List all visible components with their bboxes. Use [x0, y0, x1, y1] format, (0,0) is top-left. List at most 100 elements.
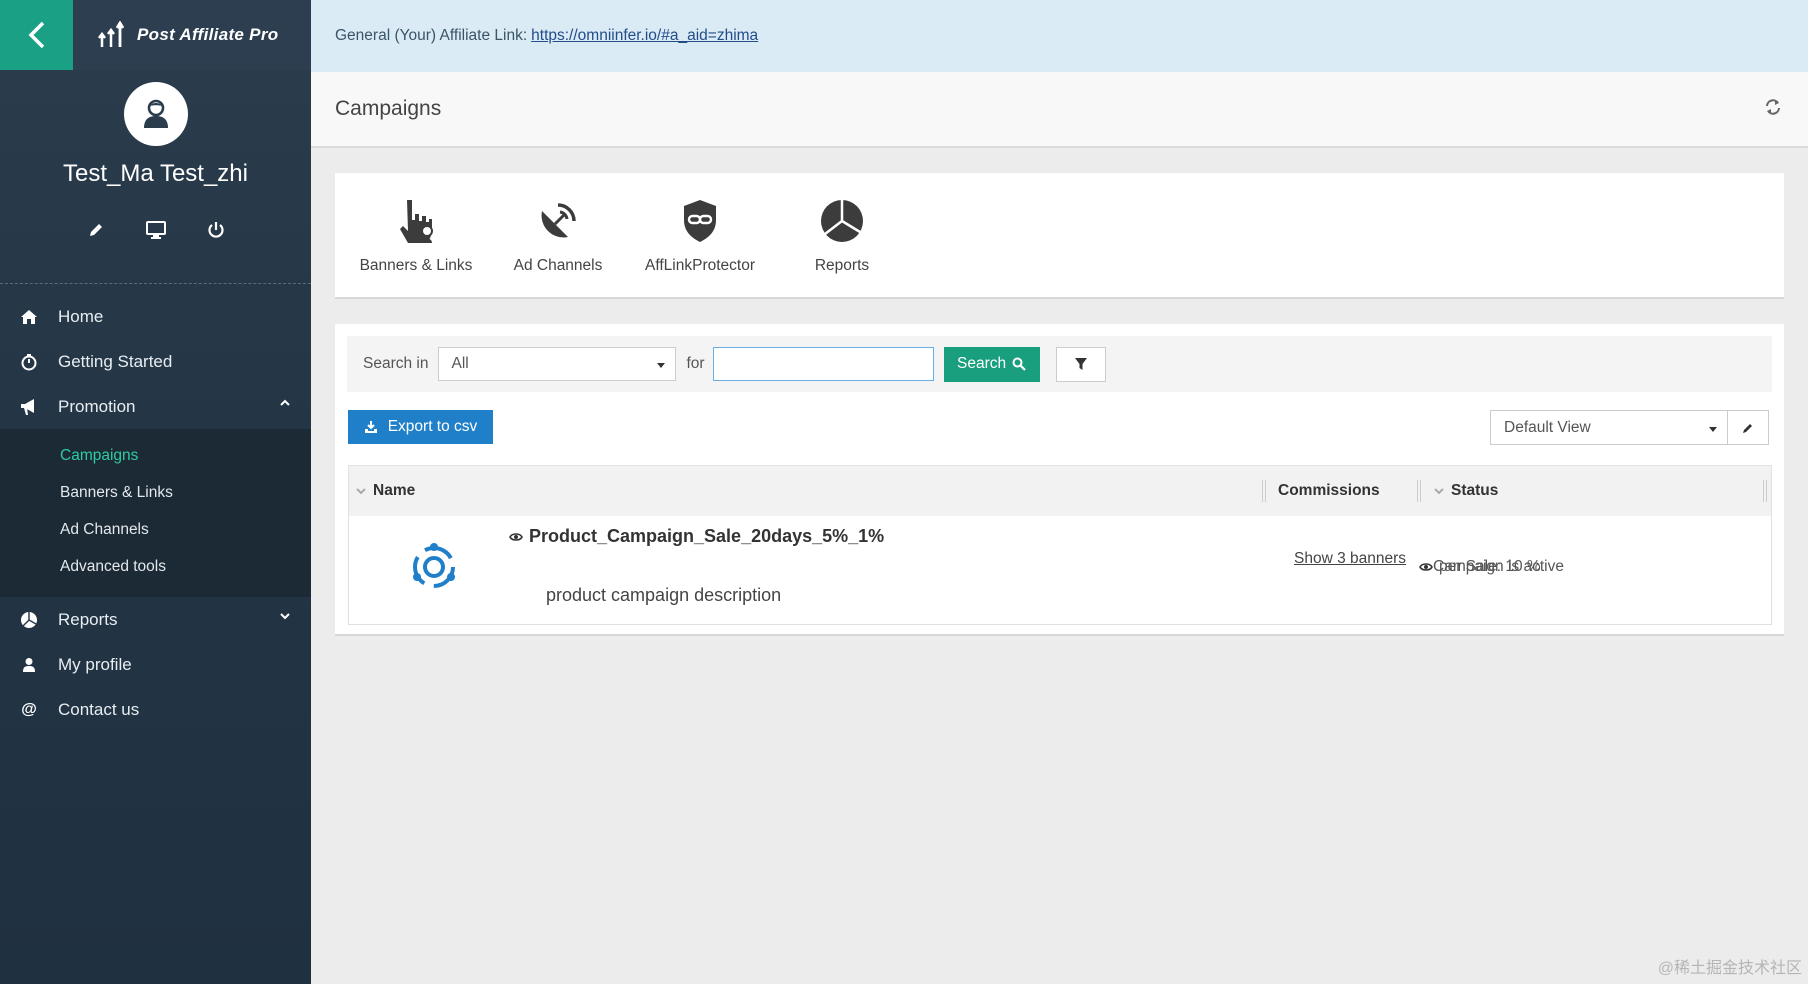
- column-header-label: Name: [373, 482, 416, 499]
- pencil-icon: [89, 224, 102, 236]
- search-bar: Search in All for Search: [347, 336, 1772, 392]
- view-select[interactable]: Default View: [1490, 410, 1728, 445]
- logout-button[interactable]: [204, 218, 228, 242]
- filter-icon: [1074, 358, 1087, 370]
- sidebar-item-my-profile[interactable]: My profile: [0, 642, 311, 687]
- affiliate-link-label: General (Your) Affiliate Link:: [335, 27, 528, 44]
- caret-down-icon: [657, 363, 666, 368]
- export-csv-button[interactable]: Export to csv: [348, 410, 493, 444]
- grid-header: Name Commissions Status: [349, 466, 1771, 516]
- sidebar-item-getting-started[interactable]: Getting Started: [0, 339, 311, 384]
- filter-button[interactable]: [1055, 346, 1106, 382]
- promotion-submenu: Campaigns Banners & Links Ad Channels Ad…: [0, 429, 311, 597]
- sidebar-item-contact-us[interactable]: @ Contact us: [0, 687, 311, 732]
- power-icon: [207, 222, 224, 238]
- sidebar-item-label: Getting Started: [58, 351, 173, 371]
- table-row: Product_Campaign_Sale_20days_5%_1% produ…: [349, 516, 1771, 624]
- download-icon: [364, 421, 377, 433]
- sort-chevron-icon: [1434, 488, 1444, 495]
- column-header-name[interactable]: Name: [355, 466, 415, 516]
- profile-card: Test_Ma Test_zhi: [0, 70, 311, 284]
- stopwatch-icon: [18, 351, 40, 373]
- pie-chart-icon: [18, 609, 40, 631]
- sidebar-item-label: My profile: [58, 654, 132, 674]
- tile-label: AffLinkProtector: [645, 257, 755, 274]
- shield-link-icon: [680, 197, 720, 245]
- column-header-status[interactable]: Status: [1433, 466, 1498, 516]
- user-icon: [18, 654, 40, 676]
- sidebar-subitem-banners-links[interactable]: Banners & Links: [0, 474, 311, 511]
- tile-afflinkprotector[interactable]: AffLinkProtector: [629, 173, 771, 297]
- column-resize-handle[interactable]: [1763, 480, 1767, 502]
- pencil-icon: [1743, 423, 1752, 433]
- sidebar-item-home[interactable]: Home: [0, 294, 311, 339]
- eye-icon: [509, 532, 523, 541]
- show-banners-link[interactable]: Show 3 banners: [1294, 550, 1406, 568]
- chevron-left-icon: [28, 21, 44, 49]
- column-resize-handle[interactable]: [1262, 480, 1266, 502]
- tile-banners-links[interactable]: Banners & Links: [345, 173, 487, 297]
- edit-profile-button[interactable]: [84, 218, 108, 242]
- tile-ad-channels[interactable]: Ad Channels: [487, 173, 629, 297]
- refresh-icon[interactable]: [1764, 98, 1782, 116]
- at-icon: @: [21, 700, 37, 718]
- sidebar-nav: Home Getting Started Promotion Campaigns…: [0, 284, 311, 732]
- column-header-label: Commissions: [1278, 482, 1380, 499]
- affiliate-link[interactable]: https://omniinfer.io/#a_aid=zhima: [531, 27, 758, 45]
- screen-button[interactable]: [144, 218, 168, 242]
- page-title: Campaigns: [335, 97, 442, 120]
- sidebar-item-label: Home: [58, 306, 104, 326]
- sidebar-item-label: Promotion: [58, 396, 136, 416]
- sidebar-item-label: Reports: [58, 609, 118, 629]
- search-icon: [1012, 357, 1026, 371]
- campaign-status: Campaign is active: [1433, 558, 1564, 575]
- column-header-commissions[interactable]: Commissions: [1278, 466, 1380, 516]
- sidebar-item-label: Contact us: [58, 699, 140, 719]
- column-resize-handle[interactable]: [1417, 480, 1421, 502]
- search-in-label: Search in: [363, 355, 429, 372]
- profile-actions: [84, 218, 228, 242]
- tile-label: Reports: [814, 257, 870, 274]
- satellite-dish-icon: [536, 197, 580, 245]
- sidebar-subitem-ad-channels[interactable]: Ad Channels: [0, 511, 311, 548]
- search-scope-select[interactable]: All: [438, 347, 677, 381]
- affiliate-link-bar: General (Your) Affiliate Link: https://o…: [311, 0, 1808, 72]
- for-label: for: [686, 355, 705, 372]
- collapse-sidebar-button[interactable]: [0, 0, 73, 70]
- avatar[interactable]: [123, 82, 188, 146]
- eye-icon: [1419, 563, 1433, 571]
- export-csv-label: Export to csv: [387, 418, 478, 435]
- user-name: Test_Ma Test_zhi: [63, 160, 248, 187]
- monitor-icon: [145, 221, 166, 239]
- search-input[interactable]: [712, 347, 934, 381]
- chevron-up-icon: [280, 399, 290, 406]
- campaigns-grid: Name Commissions Status Product_Campaign…: [348, 465, 1772, 625]
- brand-name: Post Affiliate Pro: [137, 25, 279, 44]
- bullhorn-icon: [18, 396, 40, 418]
- campaign-name[interactable]: Product_Campaign_Sale_20days_5%_1%: [509, 526, 884, 547]
- home-icon: [18, 306, 40, 328]
- campaign-name-label: Product_Campaign_Sale_20days_5%_1%: [529, 526, 885, 546]
- logo-arrows-icon: [98, 21, 125, 47]
- chevron-down-icon: [280, 613, 290, 620]
- sidebar-subitem-campaigns[interactable]: Campaigns: [0, 437, 311, 474]
- view-select-value: Default View: [1504, 418, 1591, 436]
- edit-view-button[interactable]: [1727, 410, 1769, 445]
- logo[interactable]: Post Affiliate Pro: [73, 0, 311, 70]
- search-button[interactable]: Search: [943, 346, 1040, 382]
- tile-reports[interactable]: Reports: [771, 173, 913, 297]
- sidebar-item-reports[interactable]: Reports: [0, 597, 311, 642]
- page-header: Campaigns: [311, 72, 1808, 148]
- brand-bar: Post Affiliate Pro: [0, 0, 311, 70]
- pie-chart-icon: [819, 197, 865, 245]
- promotion-tiles: Banners & Links Ad Channels AffLinkProte…: [335, 173, 1784, 299]
- search-scope-value: All: [451, 355, 469, 372]
- hand-pointer-icon: [395, 197, 437, 245]
- tile-label: Ad Channels: [513, 257, 603, 274]
- campaign-description: product campaign description: [546, 585, 782, 605]
- campaign-logo-icon: [413, 543, 455, 588]
- sidebar-subitem-advanced-tools[interactable]: Advanced tools: [0, 548, 311, 585]
- campaigns-panel: Search in All for Search Export to csv D…: [335, 324, 1784, 636]
- sidebar-item-promotion[interactable]: Promotion: [0, 384, 311, 429]
- column-header-label: Status: [1451, 482, 1499, 499]
